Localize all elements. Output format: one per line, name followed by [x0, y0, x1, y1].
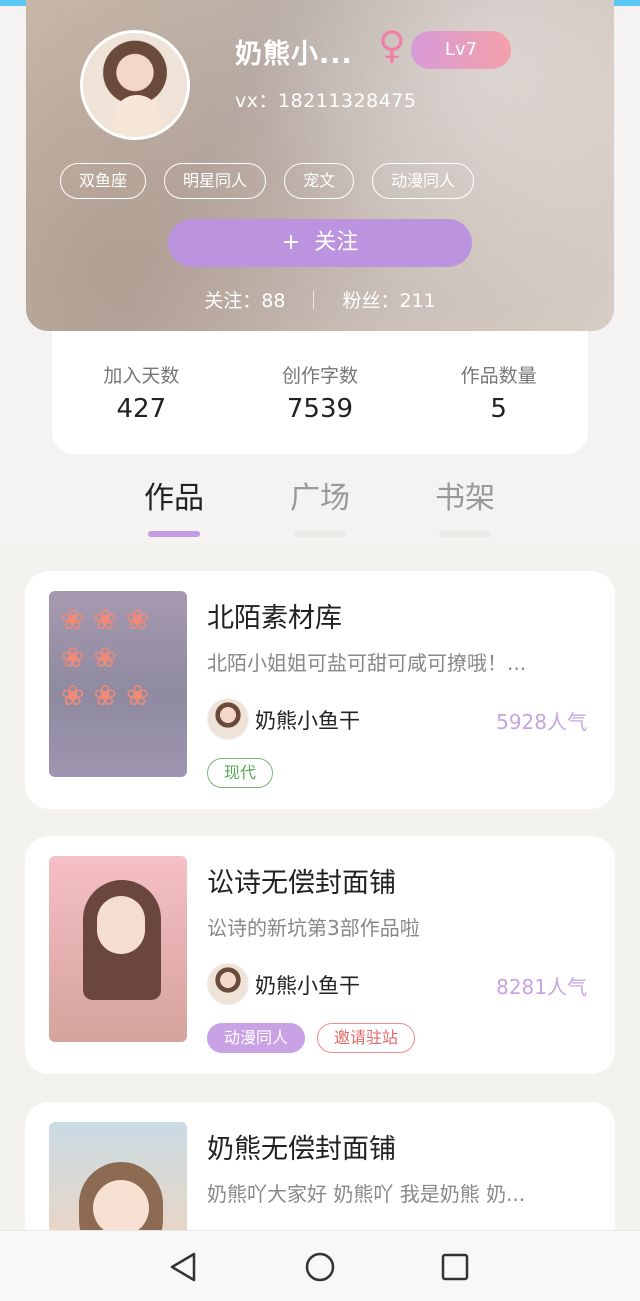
work-author-row: 奶熊小鱼干 8281人气 [207, 963, 587, 1005]
tab-square[interactable]: 广场 [265, 473, 375, 537]
stats-card: 加入天数 427 创作字数 7539 作品数量 5 [52, 331, 588, 454]
work-tags: 动漫同人 邀请驻站 [207, 1023, 416, 1053]
work-author-row: 奶熊小鱼干 5928人气 [207, 698, 587, 740]
tab-indicator [148, 531, 200, 537]
profile-tag[interactable]: 明星同人 [164, 163, 267, 199]
work-cover-image[interactable] [49, 1122, 187, 1230]
tab-label: 广场 [290, 481, 350, 516]
female-icon: ♀ [378, 23, 406, 67]
following-count[interactable]: 关注：88 [204, 290, 285, 312]
profile-header: 奶熊小... ♀ Lv7 vx：18211328475 双鱼座 明星同人 宠文 … [26, 0, 614, 331]
stat-word-count: 创作字数 7539 [250, 361, 390, 454]
stat-works-count: 作品数量 5 [429, 361, 569, 454]
stat-label: 加入天数 [103, 365, 180, 387]
work-tags: 现代 [207, 758, 274, 788]
level-badge: Lv7 [411, 31, 511, 69]
profile-tag[interactable]: 双鱼座 [60, 163, 147, 199]
invite-tag[interactable]: 邀请驻站 [317, 1023, 416, 1053]
author-name: 奶熊小鱼干 [255, 974, 360, 998]
divider [313, 291, 315, 309]
tab-indicator [439, 531, 491, 537]
profile-tags: 双鱼座 明星同人 宠文 动漫同人 [60, 163, 475, 199]
work-cover-image[interactable] [49, 856, 187, 1042]
stat-label: 作品数量 [460, 365, 537, 387]
stat-value: 7539 [286, 394, 354, 424]
work-cover-image[interactable] [49, 591, 187, 777]
tab-label: 书架 [435, 481, 495, 516]
profile-avatar[interactable] [80, 30, 190, 140]
stat-label: 创作字数 [281, 365, 358, 387]
work-description: 讼诗的新坑第3部作品啦 [207, 916, 420, 940]
author-name: 奶熊小鱼干 [255, 709, 360, 733]
profile-tag[interactable]: 动漫同人 [372, 163, 475, 199]
work-title: 北陌素材库 [207, 603, 342, 634]
works-list: 北陌素材库 北陌小姐姐可盐可甜可咸可撩哦！... 奶熊小鱼干 5928人气 现代… [0, 545, 640, 1230]
work-tag[interactable]: 动漫同人 [207, 1023, 306, 1053]
plus-icon: + [281, 230, 301, 255]
author-avatar[interactable] [207, 963, 249, 1005]
popularity-count: 5928人气 [496, 710, 587, 734]
profile-tag[interactable]: 宠文 [284, 163, 355, 199]
home-circle-icon[interactable] [302, 1249, 338, 1285]
back-triangle-icon[interactable] [166, 1249, 202, 1285]
content-tabs: 作品 广场 书架 [0, 465, 640, 545]
tab-works[interactable]: 作品 [119, 473, 229, 537]
popularity-count: 8281人气 [496, 975, 587, 999]
work-card[interactable]: 讼诗无偿封面铺 讼诗的新坑第3部作品啦 奶熊小鱼干 8281人气 动漫同人 邀请… [25, 836, 615, 1074]
author-avatar[interactable] [207, 698, 249, 740]
work-card[interactable]: 北陌素材库 北陌小姐姐可盐可甜可咸可撩哦！... 奶熊小鱼干 5928人气 现代 [25, 571, 615, 809]
fans-count[interactable]: 粉丝：211 [342, 290, 435, 312]
work-title: 讼诗无偿封面铺 [207, 868, 396, 899]
follow-button-label: 关注 [314, 230, 359, 255]
follow-button[interactable]: + 关注 [168, 219, 472, 267]
stat-value: 427 [116, 394, 167, 424]
username: 奶熊小... [235, 39, 353, 70]
tab-bookshelf[interactable]: 书架 [410, 473, 520, 537]
avatar-image [83, 33, 187, 137]
tab-label: 作品 [144, 481, 204, 516]
recent-square-icon[interactable] [437, 1249, 473, 1285]
work-description: 北陌小姐姐可盐可甜可咸可撩哦！... [207, 651, 527, 675]
work-card[interactable]: 奶熊无偿封面铺 奶熊吖大家好 奶熊吖 我是奶熊 奶... [25, 1102, 615, 1230]
work-description: 奶熊吖大家好 奶熊吖 我是奶熊 奶... [207, 1182, 526, 1206]
system-navigation-bar [0, 1230, 640, 1301]
tab-indicator [294, 531, 346, 537]
follow-stats: 关注：88 粉丝：211 [26, 286, 614, 313]
stat-value: 5 [490, 394, 507, 424]
work-title: 奶熊无偿封面铺 [207, 1134, 396, 1165]
stat-join-days: 加入天数 427 [71, 361, 211, 454]
work-tag[interactable]: 现代 [207, 758, 274, 788]
vx-contact: vx：18211328475 [235, 90, 417, 112]
